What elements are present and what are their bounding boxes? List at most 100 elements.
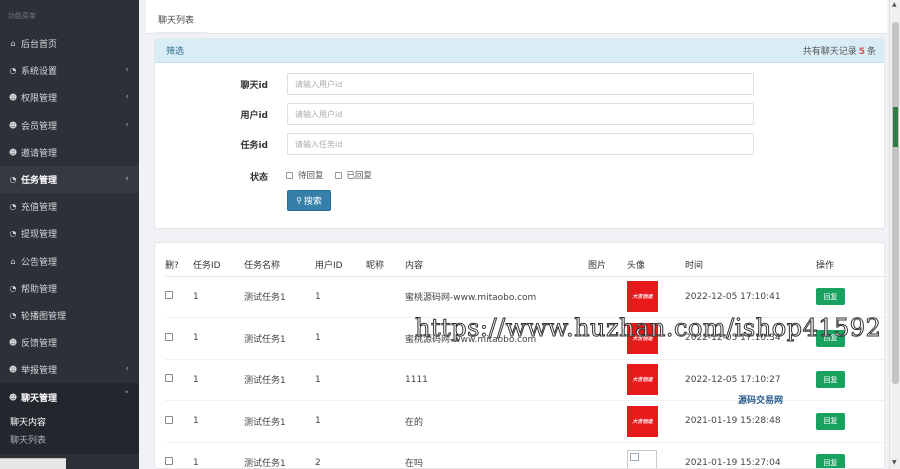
- gauge-icon: ◔: [9, 66, 17, 76]
- record-total: 共有聊天记录 5 条: [803, 44, 876, 57]
- sidebar-subitem-chat-content[interactable]: 聊天内容: [0, 413, 139, 431]
- filter-heading: 筛选: [166, 47, 185, 57]
- row-select-cell: [165, 317, 193, 360]
- avatar-cell: 大吉创运: [627, 359, 685, 401]
- task-id-input[interactable]: [287, 133, 754, 155]
- filter-row-task-id: 任务id: [155, 133, 885, 155]
- home-icon: ⌂: [10, 39, 16, 49]
- user-id-input[interactable]: [287, 103, 754, 125]
- users-icon: ☻: [8, 365, 18, 375]
- status-pending-option[interactable]: 待回复: [286, 169, 324, 181]
- task-name-cell: 测试任务1: [244, 359, 315, 401]
- image-cell: [588, 317, 627, 360]
- image-cell: [588, 359, 627, 401]
- sidebar-item-label: 邀请管理: [21, 148, 58, 159]
- chevron-left-icon: ‹: [125, 173, 129, 184]
- sidebar-item-withdraw[interactable]: ◔ 提现管理: [0, 220, 139, 247]
- reply-button[interactable]: 回复: [816, 454, 845, 468]
- col-task-id: 任务ID: [193, 253, 244, 277]
- table-row: 1 测试任务1 1 蜜桃源码网-www.mitaobo.com 大吉创运 2022-12-…: [165, 317, 884, 360]
- avatar: 大吉创运: [627, 405, 658, 437]
- user-id-cell: 1: [315, 317, 366, 360]
- users-icon: ☻: [8, 147, 18, 157]
- status-replied-label: 已回复: [346, 171, 373, 181]
- gauge-icon: ◔: [9, 310, 17, 320]
- col-task-name: 任务名称: [244, 253, 315, 277]
- sidebar-item-label: 举报管理: [21, 366, 58, 377]
- row-select-cell: [165, 442, 193, 468]
- user-id-cell: 1: [315, 359, 366, 401]
- status-pending-checkbox[interactable]: [286, 171, 293, 179]
- sidebar-item-system-settings[interactable]: ◔ 系统设置 ‹: [0, 57, 139, 84]
- time-cell: 2022-12-05 17:10:41: [685, 276, 816, 318]
- sidebar-item-report[interactable]: ☻ 举报管理 ‹: [0, 356, 139, 383]
- search-button[interactable]: ⚲ 搜索: [287, 190, 331, 211]
- sidebar-item-recharge[interactable]: ◔ 充值管理: [0, 193, 139, 220]
- avatar-cell: 大吉创运: [627, 400, 685, 443]
- row-checkbox[interactable]: [165, 374, 173, 383]
- time-cell: 2022-12-05 17:10:27: [685, 359, 816, 401]
- table-row: 1 测试任务1 1 1111 大吉创运 2022-12-05 17:10:27 回复: [165, 359, 884, 401]
- status-replied-option[interactable]: 已回复: [334, 169, 373, 181]
- avatar-logo-text: 大吉创运: [632, 418, 653, 425]
- row-select-cell: [165, 359, 193, 401]
- row-checkbox[interactable]: [165, 291, 173, 300]
- status-replied-checkbox[interactable]: [334, 171, 342, 179]
- sidebar-item-carousel[interactable]: ◔ 轮播图管理: [0, 302, 139, 329]
- col-action: 操作: [816, 253, 884, 277]
- reply-button[interactable]: 回复: [816, 329, 845, 347]
- chat-table-panel: 删? 任务ID 任务名称 用户ID 昵称 内容 图片 头像 时间 操作 1 测试任…: [154, 242, 885, 469]
- reply-button[interactable]: 回复: [816, 412, 845, 430]
- sidebar-item-dashboard[interactable]: ⌂ 后台首页: [0, 30, 139, 57]
- sidebar-subitem-chat-list[interactable]: 聊天列表: [0, 431, 139, 449]
- sidebar-item-task[interactable]: ◔ 任务管理 ‹: [0, 165, 139, 194]
- page-scrollbar[interactable]: ▲ ▼: [889, 0, 900, 469]
- record-total-count: 5: [858, 47, 865, 57]
- sidebar-item-label: 后台首页: [21, 40, 58, 51]
- reply-button[interactable]: 回复: [816, 371, 845, 389]
- title-underline: [155, 32, 207, 34]
- chat-table: 删? 任务ID 任务名称 用户ID 昵称 内容 图片 头像 时间 操作 1 测试任…: [165, 253, 884, 468]
- scrollbar-thumb[interactable]: [892, 22, 899, 384]
- sidebar-item-invite[interactable]: ☻ 邀请管理: [0, 139, 139, 166]
- sidebar-item-help[interactable]: ◔ 帮助管理: [0, 275, 139, 302]
- avatar-logo-text: 大吉创运: [632, 294, 653, 301]
- sidebar-item-chat[interactable]: ☻ 聊天管理 ˅: [0, 383, 139, 411]
- time-cell: 2021-01-19 15:27:04: [685, 442, 816, 468]
- content-cell: 1111: [405, 359, 588, 401]
- task-name-cell: 测试任务1: [244, 317, 315, 360]
- chevron-left-icon: ‹: [125, 364, 129, 375]
- avatar-logo-text: 大吉创运: [632, 335, 653, 342]
- image-cell: [588, 442, 627, 468]
- row-checkbox[interactable]: [165, 457, 173, 466]
- row-checkbox[interactable]: [165, 332, 173, 341]
- sidebar-item-permission[interactable]: ☻ 权限管理 ‹: [0, 84, 139, 111]
- nickname-cell: [366, 442, 405, 468]
- record-total-suffix: 条: [866, 47, 876, 57]
- user-id-cell: 2: [315, 442, 366, 468]
- filter-row-chat-id: 聊天id: [155, 73, 885, 95]
- sidebar-item-label: 系统设置: [21, 67, 58, 78]
- scroll-down-icon[interactable]: ▼: [892, 459, 897, 466]
- scroll-up-icon[interactable]: ▲: [892, 1, 897, 8]
- row-checkbox[interactable]: [165, 415, 173, 424]
- search-button-label: 搜索: [303, 197, 322, 207]
- sidebar-item-notice[interactable]: ⌂ 公告管理: [0, 248, 139, 275]
- task-name-cell: 测试任务1: [244, 442, 315, 468]
- avatar: 大吉创运: [627, 364, 658, 396]
- image-cell: [588, 400, 627, 443]
- sidebar-item-feedback[interactable]: ☻ 反馈管理: [0, 329, 139, 356]
- chevron-left-icon: ‹: [125, 65, 129, 76]
- chat-id-input[interactable]: [287, 73, 754, 95]
- table-row: 1 测试任务1 2 在吗 2021-01-19 15:27:04 回复: [165, 442, 884, 468]
- nickname-cell: [366, 400, 405, 443]
- users-icon: ☻: [8, 93, 18, 103]
- col-delete: 删?: [165, 253, 193, 277]
- gauge-icon: ◔: [9, 202, 17, 212]
- reply-button[interactable]: 回复: [816, 288, 845, 306]
- avatar-cell: 大吉创运: [627, 276, 685, 318]
- users-icon: ☻: [8, 338, 18, 348]
- avatar-cell: 大吉创运: [627, 317, 685, 360]
- sidebar-item-member[interactable]: ☻ 会员管理 ‹: [0, 112, 139, 139]
- sidebar-item-label: 帮助管理: [21, 284, 58, 295]
